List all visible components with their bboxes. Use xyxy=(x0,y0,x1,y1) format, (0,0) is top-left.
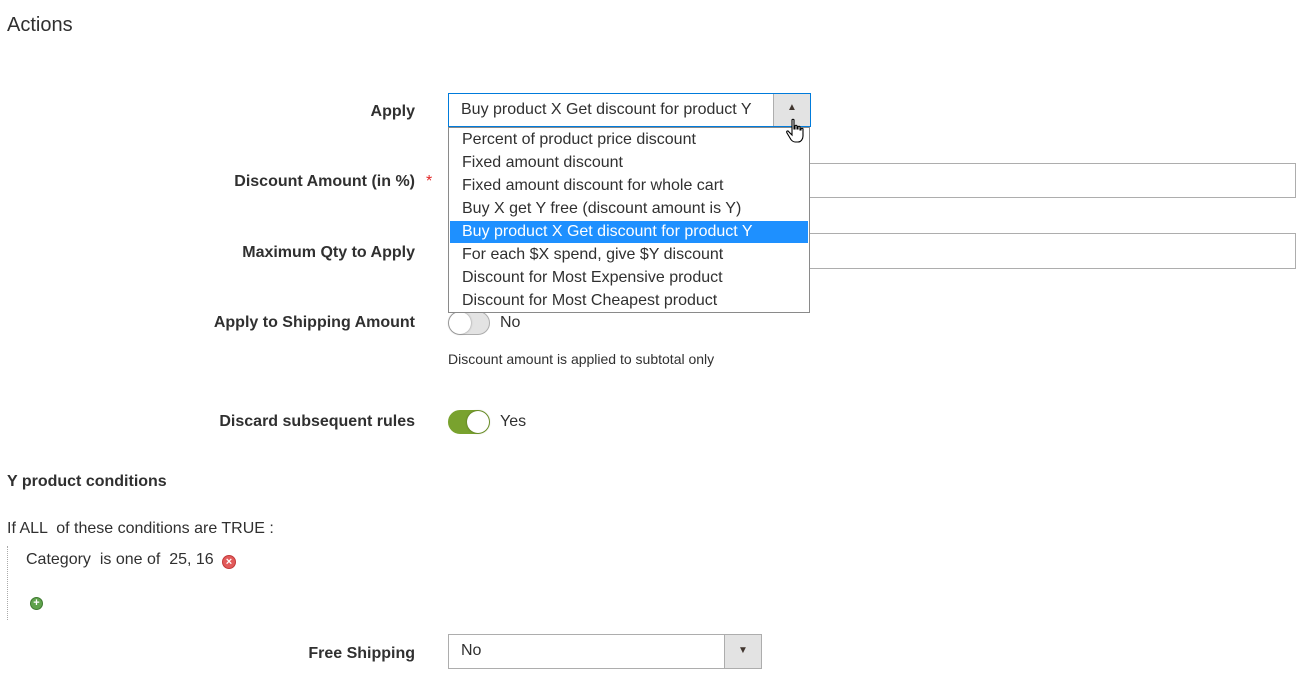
apply-select[interactable]: Buy product X Get discount for product Y… xyxy=(448,93,811,127)
apply-shipping-toggle[interactable] xyxy=(448,311,490,335)
add-icon[interactable]: + xyxy=(30,597,43,610)
free-shipping-value: No xyxy=(461,642,482,659)
apply-shipping-state: No xyxy=(500,314,521,331)
discard-rules-toggle[interactable] xyxy=(448,410,490,434)
discard-rules-label: Discard subsequent rules xyxy=(219,413,415,430)
required-marker: * xyxy=(426,173,433,190)
section-title: Actions xyxy=(7,14,73,36)
discard-rules-state: Yes xyxy=(500,413,527,430)
toggle-knob xyxy=(467,411,489,433)
toggle-knob xyxy=(449,312,471,334)
caret-down-icon: ▼ xyxy=(738,645,748,656)
discount-amount-label: Discount Amount (in %) xyxy=(234,173,415,190)
value-link[interactable]: TRUE xyxy=(221,520,265,537)
apply-option[interactable]: Percent of product price discount xyxy=(450,129,808,151)
condition-suffix: : xyxy=(269,520,274,537)
apply-label: Apply xyxy=(370,103,415,120)
apply-option-selected[interactable]: Buy product X Get discount for product Y xyxy=(450,221,808,243)
apply-option[interactable]: Discount for Most Expensive product xyxy=(450,267,808,289)
y-conditions-title: Y product conditions xyxy=(7,473,167,490)
apply-option[interactable]: Buy X get Y free (discount amount is Y) xyxy=(450,198,808,220)
apply-option[interactable]: Fixed amount discount xyxy=(450,152,808,174)
condition-middle: of these conditions are xyxy=(51,520,218,537)
apply-shipping-label: Apply to Shipping Amount xyxy=(213,314,415,331)
condition-aggregator-line: If ALL of these conditions are TRUE : xyxy=(7,520,274,538)
apply-option[interactable]: For each $X spend, give $Y discount xyxy=(450,244,808,266)
max-qty-label: Maximum Qty to Apply xyxy=(242,244,415,261)
condition-tree-line xyxy=(7,546,8,620)
apply-option[interactable]: Discount for Most Cheapest product xyxy=(450,290,808,312)
apply-select-value: Buy product X Get discount for product Y xyxy=(461,101,752,118)
condition-operator-link[interactable]: is one of xyxy=(100,551,160,568)
condition-item: Category is one of 25, 16 xyxy=(26,551,214,569)
free-shipping-toggle[interactable]: ▼ xyxy=(724,635,761,668)
apply-options-list: Percent of product price discount Fixed … xyxy=(448,127,810,313)
actions-page: Actions Apply Buy product X Get discount… xyxy=(0,0,1312,683)
apply-shipping-note: Discount amount is applied to subtotal o… xyxy=(448,351,715,367)
remove-icon[interactable]: × xyxy=(222,555,236,569)
free-shipping-label: Free Shipping xyxy=(308,645,415,662)
hand-pointer-icon xyxy=(786,118,804,143)
condition-attribute: Category xyxy=(26,551,91,568)
free-shipping-select[interactable]: No ▼ xyxy=(448,634,762,669)
condition-prefix: If xyxy=(7,520,16,537)
aggregator-link[interactable]: ALL xyxy=(19,520,47,537)
apply-option[interactable]: Fixed amount discount for whole cart xyxy=(450,175,808,197)
caret-up-icon: ▲ xyxy=(787,102,797,113)
condition-value-link[interactable]: 25, 16 xyxy=(169,551,213,568)
